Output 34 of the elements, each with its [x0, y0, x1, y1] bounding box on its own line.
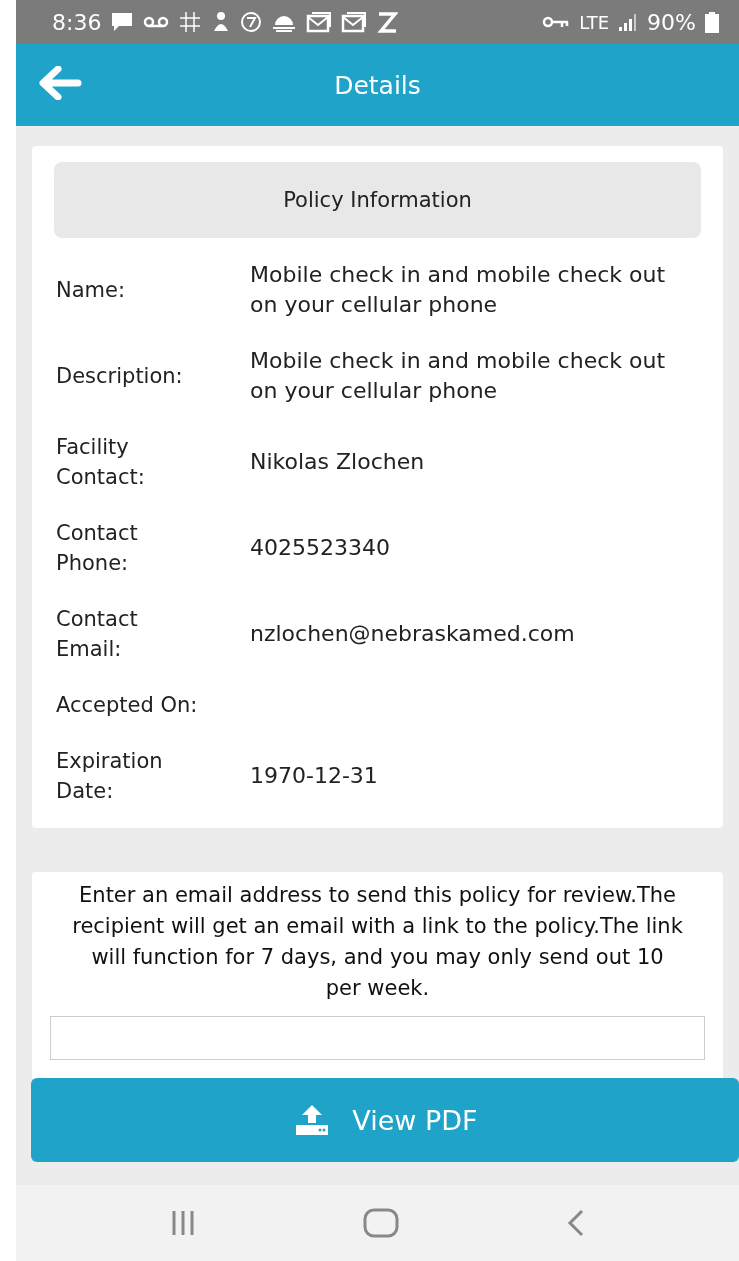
circle-icon — [240, 11, 263, 33]
instructions-text: Enter an email address to send this policy for review.The recipient will get an email with a link to the policy.The link will function for 7 days, and you may only send out 10 per week. — [72, 882, 683, 1002]
home-icon[interactable] — [363, 1208, 400, 1238]
battery-icon — [705, 11, 719, 33]
field-label: Name: — [55, 277, 127, 304]
app-icon — [376, 10, 399, 34]
field-label: Contact Email: — [55, 606, 139, 663]
signal-icon — [618, 12, 639, 32]
field-value: Nikolas Zlochen — [250, 448, 426, 476]
field-value: Mobile check in and mobile check out on your cellular phone — [250, 347, 667, 405]
grid-icon — [178, 10, 203, 34]
screen-title: Details — [334, 70, 421, 100]
email-field[interactable] — [50, 1016, 705, 1060]
battery-percent: 90% — [647, 9, 696, 35]
network-label: LTE — [579, 11, 610, 33]
field-label: Description: — [55, 363, 184, 390]
back-button[interactable] — [38, 66, 82, 100]
field-value: Mobile check in and mobile check out on your cellular phone — [250, 261, 667, 319]
section-header: Policy Information — [54, 162, 701, 238]
field-label: Contact Phone: — [55, 520, 139, 577]
field-label: Facility Contact: — [55, 434, 146, 491]
back-icon[interactable] — [565, 1208, 586, 1238]
field-value: 1970-12-31 — [250, 762, 379, 790]
field-value: 4025523340 — [250, 534, 391, 562]
field-label: Expiration Date: — [55, 748, 164, 805]
field-label: Accepted On: — [55, 692, 199, 719]
message-icon — [110, 11, 135, 33]
mail-icon — [341, 11, 368, 33]
status-time: 8:36 — [52, 9, 102, 35]
mail-icon — [306, 11, 333, 33]
field-value: nzlochen@nebraskamed.com — [250, 620, 576, 648]
key-icon — [542, 15, 571, 29]
voicemail-icon — [143, 16, 170, 28]
view-pdf-button[interactable]: View PDF — [31, 1078, 739, 1162]
